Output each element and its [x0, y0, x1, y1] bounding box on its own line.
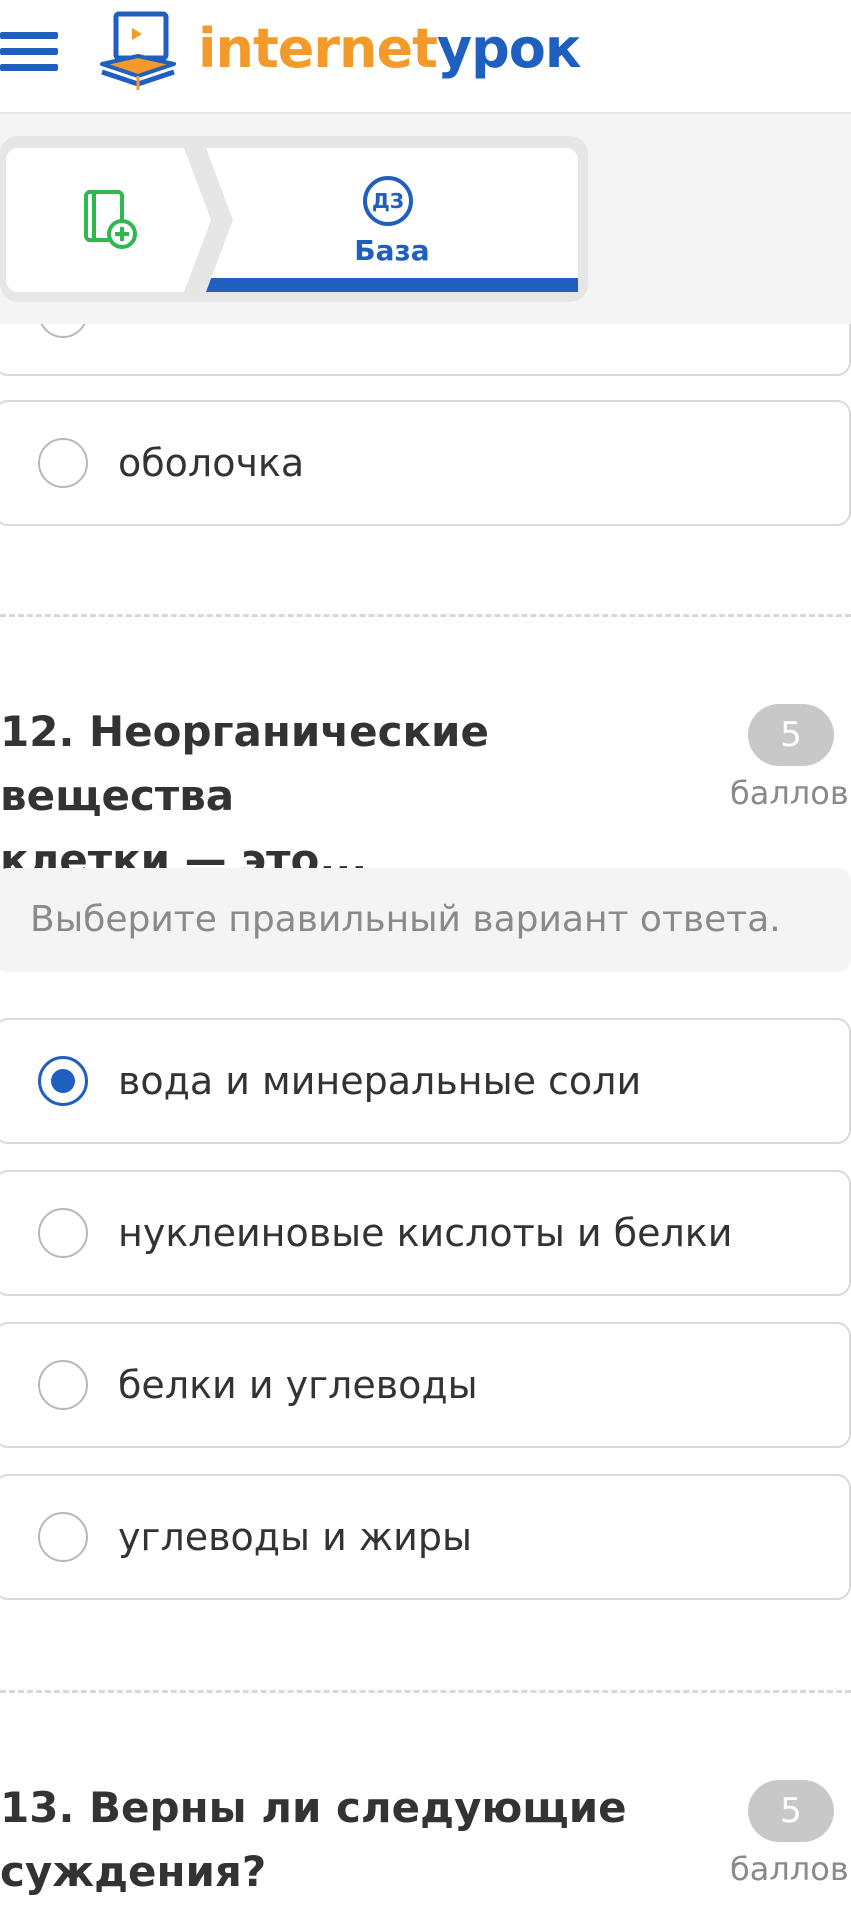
answer-option[interactable]: углеводы и жиры [0, 1474, 851, 1600]
brand-part-internet: internet [198, 17, 438, 80]
score-badge: 5 [748, 704, 834, 766]
app-header: internetурок [0, 0, 851, 114]
tab-base-label: База [354, 234, 430, 267]
question-divider [0, 1690, 851, 1693]
answer-option-label: белки и углеводы [118, 1363, 478, 1407]
question-title-line: 12. Неорганические вещества [0, 707, 489, 820]
tab-group: ДЗ База [0, 136, 588, 302]
brand-wordmark[interactable]: internetурок [198, 14, 582, 84]
book-laptop-logo-icon[interactable] [98, 10, 178, 92]
active-tab-indicator [206, 278, 578, 292]
radio-button[interactable] [38, 1208, 88, 1258]
instruction-box: Выберите правильный вариант ответа. [0, 868, 851, 972]
question-divider [0, 614, 851, 617]
answer-option-label: вода и минеральные соли [118, 1059, 642, 1103]
question-title: 12. Неорганические вещества клетки — это… [0, 700, 700, 892]
tab-add-homework[interactable] [6, 148, 211, 292]
question-title-line: суждения? [0, 1847, 267, 1896]
tab-base[interactable]: ДЗ База [206, 148, 578, 292]
homework-badge-icon: ДЗ [363, 176, 413, 226]
homework-tab-bar: ДЗ База [0, 114, 851, 324]
answer-option-label: нуклеиновые кислоты и белки [118, 1211, 733, 1255]
instruction-text: Выберите правильный вариант ответа. [30, 899, 781, 940]
answer-option[interactable]: нуклеиновые кислоты и белки [0, 1170, 851, 1296]
score-badge: 5 [748, 1780, 834, 1842]
answer-option[interactable]: вода и минеральные соли [0, 1018, 851, 1144]
answer-option[interactable]: оболочка [0, 400, 851, 526]
add-notebook-icon [84, 190, 137, 249]
score-label: баллов [730, 1850, 849, 1888]
hamburger-menu-icon[interactable] [0, 32, 58, 72]
answer-option[interactable]: белки и углеводы [0, 1322, 851, 1448]
answer-option-label: углеводы и жиры [118, 1515, 472, 1559]
radio-button-selected[interactable] [38, 1056, 88, 1106]
question-title-line: 13. Верны ли следующие [0, 1783, 627, 1832]
question-title: 13. Верны ли следующие суждения? [0, 1776, 700, 1904]
radio-button[interactable] [38, 438, 88, 488]
radio-button[interactable] [38, 1512, 88, 1562]
brand-part-urok: урок [436, 17, 582, 80]
answer-option-label: оболочка [118, 441, 305, 485]
score-label: баллов [730, 774, 849, 812]
radio-button[interactable] [38, 1360, 88, 1410]
